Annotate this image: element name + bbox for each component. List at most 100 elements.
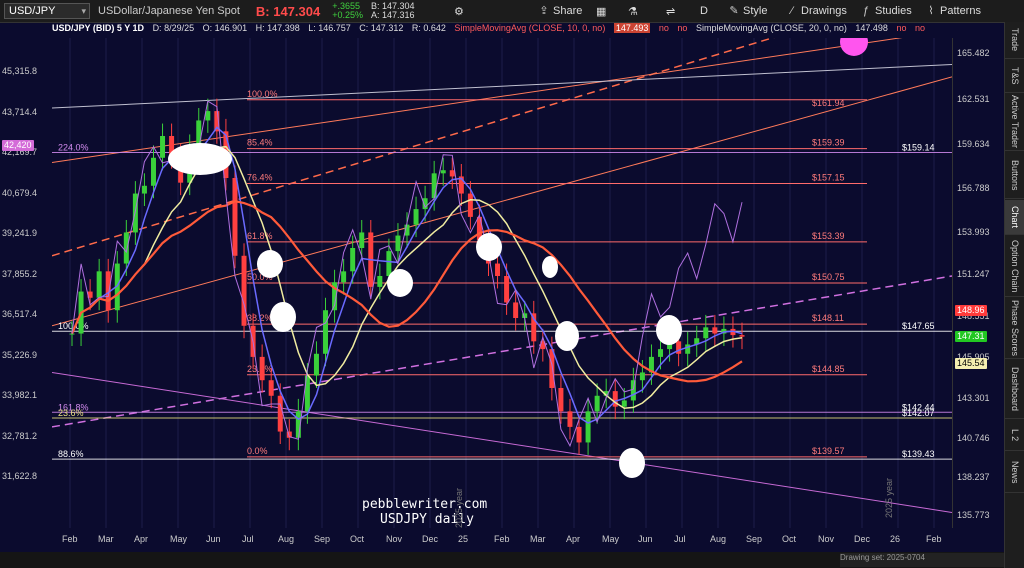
time-axis-label: Nov <box>386 534 403 544</box>
info-open: O: 146.901 <box>202 23 248 33</box>
candle <box>69 333 75 335</box>
candle <box>341 271 347 283</box>
fib-right-label: $150.75 <box>812 272 845 282</box>
side-tab-dashboard[interactable]: Dashboard <box>1005 360 1024 419</box>
side-tab-buttons[interactable]: Buttons <box>1005 152 1024 199</box>
patterns-button[interactable]: ⌇ Patterns <box>925 3 981 19</box>
right-price-axis[interactable]: 165.482 162.531 159.634 156.788 153.993 151.2… <box>952 38 1005 528</box>
fib-right-label: $157.15 <box>812 172 845 182</box>
gear-icon[interactable]: ⚙ <box>454 3 464 19</box>
time-axis-label: Jun <box>638 534 653 544</box>
candle <box>277 395 283 432</box>
fib-left-label: 100.0% <box>247 89 278 99</box>
year-divider-label: 2025 year <box>884 478 894 518</box>
time-axis-label: Oct <box>782 534 797 544</box>
right-axis-tick: 156.788 <box>957 183 990 194</box>
right-axis-tick: 138.237 <box>957 471 990 482</box>
side-tab-t-s[interactable]: T&S <box>1005 60 1024 93</box>
candle <box>160 136 166 158</box>
sma10-no2: no <box>677 23 688 33</box>
flask-icon[interactable]: ⚗ <box>628 3 638 19</box>
info-date: D: 8/29/25 <box>152 23 195 33</box>
sma10-value: 147.493 <box>613 23 651 33</box>
candle <box>313 353 319 376</box>
share-icon: ⇪ <box>539 5 549 17</box>
candle <box>567 411 573 427</box>
candle <box>449 170 455 177</box>
candle <box>576 426 582 443</box>
studies-button[interactable]: ƒ Studies <box>860 3 912 19</box>
info-high: H: 147.398 <box>255 23 300 33</box>
left-price-axis[interactable]: 45,315.8 43,714.4 42,169.7 40,679.4 39,241.9… <box>0 38 52 528</box>
symbol-input[interactable]: USD/JPY ▾ <box>4 3 90 19</box>
drawings-icon: ∕ <box>791 5 793 17</box>
sma20-no2: no <box>914 23 925 33</box>
candle <box>549 349 555 388</box>
candle <box>513 302 519 318</box>
fib-left-label: 85.4% <box>247 138 273 148</box>
time-axis-label: Aug <box>710 534 727 544</box>
annotation-ellipse <box>270 302 296 332</box>
year-divider-label: 2025 year <box>454 488 464 528</box>
left-axis-tick: 35,226.9 <box>2 349 38 360</box>
fib-left-label: 0.0% <box>247 446 268 456</box>
candle <box>323 310 329 354</box>
time-axis-label: 26 <box>890 534 901 544</box>
sma20-value: 147.498 <box>855 23 888 33</box>
studies-label: Studies <box>875 5 912 17</box>
side-tab-active-trader[interactable]: Active Trader <box>1005 94 1024 151</box>
fib-left-label: 76.4% <box>247 172 273 182</box>
candle <box>241 255 247 326</box>
left-axis-tick: 36,517.4 <box>2 309 38 319</box>
share-button[interactable]: ⇪ Share <box>538 3 582 19</box>
candle <box>395 235 401 252</box>
candle <box>585 411 591 443</box>
candle <box>495 263 501 276</box>
candle <box>359 232 365 248</box>
side-tab-phase-scores[interactable]: Phase Scores <box>1005 298 1024 359</box>
time-axis-label: Sep <box>746 534 763 544</box>
time-axis[interactable]: Feb Mar Apr May Jun Jul Aug Sep Oct Nov Dec 25 Feb Ma… <box>52 530 952 552</box>
left-axis-tick: 33,982.1 <box>2 390 38 400</box>
drawings-button[interactable]: ∕ Drawings <box>786 3 847 19</box>
candle <box>386 251 392 276</box>
fib-right-label: $148.11 <box>812 313 844 323</box>
chart-info-bar: USD/JPY (BID) 5 Y 1D D: 8/29/25 O: 146.9… <box>52 23 952 37</box>
time-axis-label: Feb <box>494 534 510 544</box>
time-axis-label: Oct <box>350 534 365 544</box>
side-tab-news[interactable]: News <box>1005 452 1024 493</box>
toolbar: USD/JPY ▾ USDollar/Japanese Yen Spot B: 1… <box>0 0 1024 23</box>
left-axis-tick: 39,241.9 <box>2 228 38 238</box>
time-axis-label: Feb <box>926 534 942 544</box>
candle <box>150 157 156 186</box>
sma10-label[interactable]: SimpleMovingAvg (CLOSE, 10, 0, no) <box>454 23 605 33</box>
level-left-label: 23.6% <box>58 408 84 418</box>
candle <box>413 209 419 225</box>
period-button[interactable]: D <box>700 3 708 19</box>
side-tab-l-2[interactable]: L 2 <box>1005 420 1024 451</box>
candle <box>196 120 202 147</box>
chevron-down-icon[interactable]: ▾ <box>81 4 86 18</box>
time-axis-label: Sep <box>314 534 331 544</box>
annotation-ellipse <box>387 269 413 297</box>
patterns-label: Patterns <box>940 5 981 17</box>
price-chart[interactable]: 100.0%85.4%76.4%61.8%50.0%38.2%23.6%0.0%… <box>52 38 952 528</box>
side-tab-trade[interactable]: Trade <box>1005 22 1024 59</box>
side-tab-option-chain[interactable]: Option Chain <box>1005 236 1024 297</box>
grid-icon[interactable]: ▦ <box>596 3 606 19</box>
pink-marker <box>840 38 868 56</box>
style-label: Style <box>743 5 768 17</box>
compare-icon[interactable]: ⇌ <box>666 3 675 19</box>
right-axis-tick: 165.482 <box>957 47 990 58</box>
time-axis-label: Jun <box>206 534 221 544</box>
side-tab-chart[interactable]: Chart <box>1005 200 1024 235</box>
right-axis-tick: 162.531 <box>957 93 990 104</box>
annotation-ellipse <box>619 448 645 478</box>
time-axis-label: Apr <box>566 534 581 544</box>
fib-right-label: $159.39 <box>812 138 845 148</box>
left-axis-tag: 42,420 <box>2 140 34 151</box>
time-axis-label: Feb <box>62 534 78 544</box>
style-button[interactable]: ✎ Style <box>728 3 767 19</box>
sma20-label[interactable]: SimpleMovingAvg (CLOSE, 20, 0, no) <box>696 23 847 33</box>
left-axis-tick: 31,622.8 <box>2 471 38 481</box>
